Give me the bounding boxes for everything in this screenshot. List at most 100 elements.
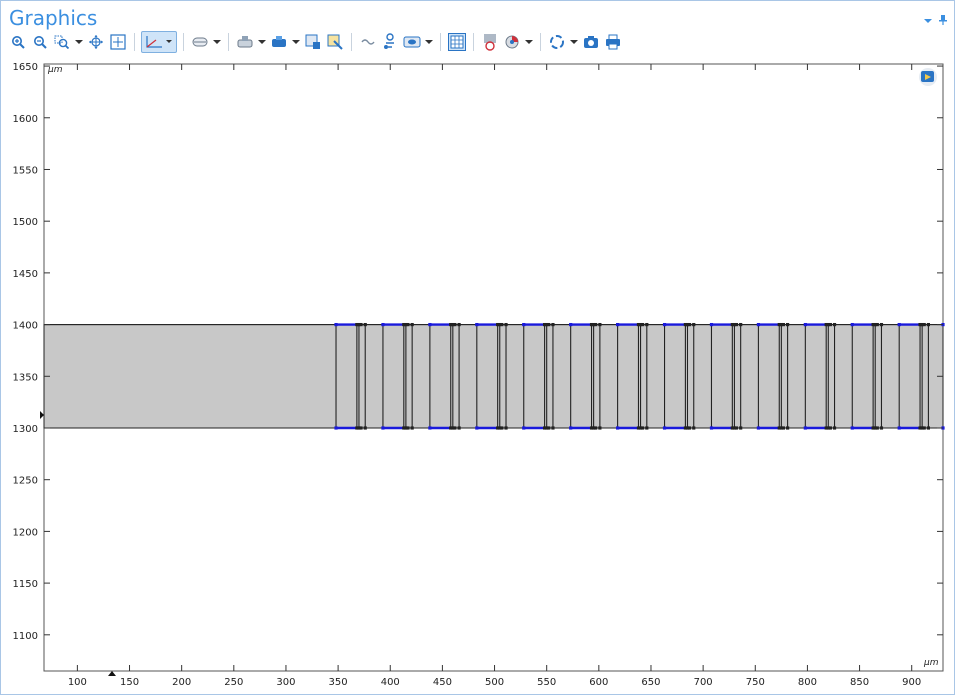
plane-dropdown-icon[interactable]: [212, 32, 222, 52]
vertex-point[interactable]: [786, 322, 790, 327]
vertex-point[interactable]: [457, 322, 461, 327]
vertex-point[interactable]: [522, 426, 526, 430]
plane-icon[interactable]: [190, 32, 210, 52]
vertex-point[interactable]: [641, 322, 645, 327]
vertex-point[interactable]: [828, 322, 832, 327]
vertex-point[interactable]: [850, 322, 854, 327]
view-cube-icon[interactable]: [919, 68, 937, 86]
vertex-point[interactable]: [453, 426, 457, 430]
vertex-point[interactable]: [569, 426, 573, 430]
scene-settings-dropdown-icon[interactable]: [524, 32, 534, 52]
window-menu-dropdown-icon[interactable]: [923, 10, 933, 29]
vertex-point[interactable]: [410, 322, 414, 327]
vertex-point[interactable]: [457, 426, 461, 430]
zoom-box-icon[interactable]: [52, 32, 72, 52]
vertex-point[interactable]: [709, 322, 714, 327]
vertex-point[interactable]: [803, 322, 807, 327]
vertex-point[interactable]: [359, 322, 363, 327]
vertex-point[interactable]: [500, 322, 504, 327]
vertex-point[interactable]: [547, 322, 551, 327]
vertex-point[interactable]: [475, 322, 479, 327]
vertex-point[interactable]: [781, 322, 786, 327]
vertex-point[interactable]: [832, 426, 837, 430]
render-dropdown-icon[interactable]: [291, 32, 301, 52]
vertex-point[interactable]: [381, 426, 385, 430]
grid-icon[interactable]: [447, 32, 467, 52]
camera-icon[interactable]: [581, 32, 601, 52]
vertex-point[interactable]: [803, 426, 807, 430]
vertex-point[interactable]: [428, 322, 432, 327]
print-icon[interactable]: [603, 32, 623, 52]
vertex-point[interactable]: [739, 426, 743, 430]
zoom-out-icon[interactable]: [30, 32, 50, 52]
vertex-point[interactable]: [922, 322, 926, 327]
vertex-point[interactable]: [363, 426, 367, 430]
vertex-point[interactable]: [756, 322, 761, 327]
vertex-point[interactable]: [645, 426, 649, 430]
vertex-point[interactable]: [569, 322, 573, 327]
vertex-point[interactable]: [875, 322, 879, 327]
scene-light-icon[interactable]: [402, 32, 422, 52]
vertex-point[interactable]: [504, 426, 508, 430]
vertex-point[interactable]: [832, 322, 837, 327]
vertex-point[interactable]: [879, 322, 884, 327]
vertex-point[interactable]: [475, 426, 479, 430]
vertex-point[interactable]: [850, 426, 854, 430]
vertex-point[interactable]: [381, 322, 385, 327]
vertex-point[interactable]: [551, 322, 555, 327]
reset-dropdown-icon[interactable]: [569, 32, 579, 52]
select-dropdown-icon[interactable]: [257, 32, 267, 52]
vertex-point[interactable]: [922, 426, 926, 430]
transparency-icon[interactable]: [358, 32, 378, 52]
vertex-point[interactable]: [756, 426, 761, 430]
vertex-point[interactable]: [645, 322, 649, 327]
render-icon[interactable]: [269, 32, 289, 52]
vertex-point[interactable]: [551, 426, 555, 430]
vertex-point[interactable]: [897, 426, 901, 430]
selection-color-icon[interactable]: [325, 32, 345, 52]
vertex-point[interactable]: [828, 426, 832, 430]
geometry-group[interactable]: [43, 322, 945, 430]
vertex-point[interactable]: [363, 322, 367, 327]
vertex-point[interactable]: [616, 426, 620, 430]
vertex-point[interactable]: [781, 426, 786, 430]
vertex-point[interactable]: [875, 426, 879, 430]
zoom-in-icon[interactable]: [8, 32, 28, 52]
vertex-point[interactable]: [500, 426, 504, 430]
vertex-point[interactable]: [879, 426, 884, 430]
vertex-point[interactable]: [662, 426, 667, 430]
lighting-icon[interactable]: [480, 32, 500, 52]
select-icon[interactable]: [235, 32, 255, 52]
vertex-point[interactable]: [428, 426, 432, 430]
vertex-point[interactable]: [926, 322, 930, 327]
clip-icon[interactable]: [303, 32, 323, 52]
scene-dropdown-icon[interactable]: [424, 32, 434, 52]
vertex-point[interactable]: [547, 426, 551, 430]
vertex-point[interactable]: [406, 322, 410, 327]
vertex-point[interactable]: [926, 426, 930, 430]
axis-orientation-icon[interactable]: [141, 31, 177, 53]
plot-svg[interactable]: 1650 1600 1550 1500 1450 1400 1350 1300 1250 1200…: [0, 56, 955, 695]
vertex-point[interactable]: [598, 322, 602, 327]
vertex-point[interactable]: [334, 322, 338, 327]
vertex-point[interactable]: [453, 322, 457, 327]
reset-icon[interactable]: [547, 32, 567, 52]
vertex-point[interactable]: [594, 322, 598, 327]
vertex-point[interactable]: [594, 426, 598, 430]
vertex-point[interactable]: [616, 322, 620, 327]
vertex-point[interactable]: [359, 426, 363, 430]
move-icon[interactable]: [108, 32, 128, 52]
pin-icon[interactable]: [939, 10, 947, 29]
vertex-point[interactable]: [522, 322, 526, 327]
vertex-point[interactable]: [334, 426, 338, 430]
view-icon[interactable]: [380, 32, 400, 52]
vertex-point[interactable]: [406, 426, 410, 430]
vertex-point[interactable]: [692, 322, 696, 327]
vertex-point[interactable]: [734, 322, 739, 327]
vertex-point[interactable]: [662, 322, 667, 327]
vertex-point[interactable]: [786, 426, 790, 430]
waveguide-domain[interactable]: [43, 324, 944, 429]
vertex-point[interactable]: [598, 426, 602, 430]
scene-icon[interactable]: [502, 32, 522, 52]
vertex-point[interactable]: [641, 426, 645, 430]
